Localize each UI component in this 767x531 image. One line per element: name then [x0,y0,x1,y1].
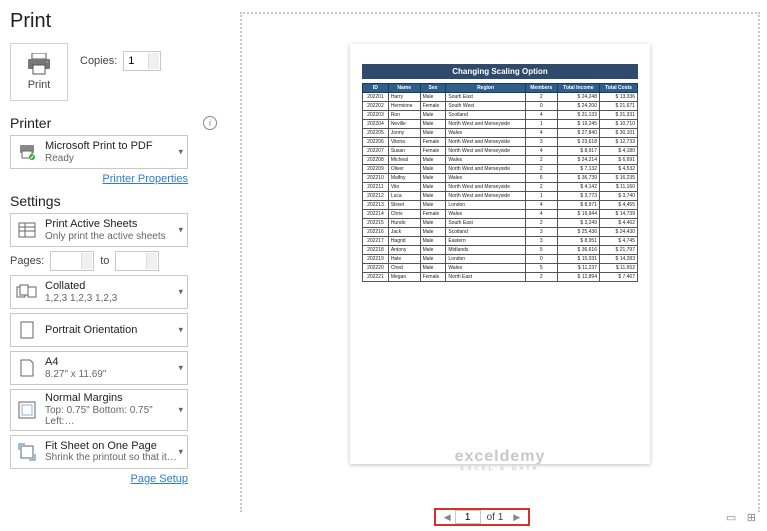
preview-table: IDNameSexRegionMembersTotal IncomeTotal … [362,83,638,282]
chevron-down-icon: ▾ [178,404,183,415]
orientation-main: Portrait Orientation [45,324,183,337]
collate-icon [15,280,39,304]
pages-to-label: to [100,255,109,267]
printer-icon [26,53,52,75]
page-setup-link[interactable]: Page Setup [10,473,188,485]
page-navigator: ◀ 1 of 1 ▶ [434,508,531,526]
printer-header: Printer [10,115,51,131]
fit-page-icon [15,440,39,464]
paper-icon [15,356,39,380]
print-what-select[interactable]: Print Active Sheets Only print the activ… [10,213,188,247]
paper-select[interactable]: A4 8.27" x 11.69" ▾ [10,351,188,385]
margins-icon [15,398,39,422]
chevron-down-icon: ▾ [178,225,183,236]
collate-select[interactable]: Collated 1,2,3 1,2,3 1,2,3 ▾ [10,275,188,309]
page-title: Print [10,10,225,33]
scaling-sub: Shrink the printout so that it… [45,452,183,464]
copies-label: Copies: [80,55,117,67]
page-number-input[interactable]: 1 [455,510,481,524]
collate-sub: 1,2,3 1,2,3 1,2,3 [45,293,183,305]
pages-from-input[interactable] [50,251,94,271]
scaling-select[interactable]: Fit Sheet on One Page Shrink the printou… [10,435,188,469]
print-button[interactable]: Print [10,43,68,101]
next-page-button[interactable]: ▶ [513,512,520,523]
watermark: exceldemy EXCEL & DATA [455,448,546,472]
portrait-icon [15,318,39,342]
chevron-down-icon: ▾ [178,363,183,374]
zoom-page-icon[interactable]: ▭ [726,512,736,524]
chevron-down-icon: ▾ [178,446,183,457]
print-preview: Changing Scaling Option IDNameSexRegionM… [240,12,760,512]
chevron-down-icon: ▾ [178,325,183,336]
margins-sub: Top: 0.75" Bottom: 0.75" Left:… [45,405,183,428]
printer-name: Microsoft Print to PDF [45,140,183,153]
page-total-label: of 1 [487,512,504,523]
paper-main: A4 [45,356,183,369]
pages-label: Pages: [10,255,44,267]
print-what-sub: Only print the active sheets [45,231,183,243]
pages-to-input[interactable] [115,251,159,271]
orientation-select[interactable]: Portrait Orientation ▾ [10,313,188,347]
printer-properties-link[interactable]: Printer Properties [10,173,188,185]
scaling-main: Fit Sheet on One Page [45,440,183,453]
copies-input[interactable]: 1 [123,51,161,71]
printer-device-icon [15,140,39,164]
margins-main: Normal Margins [45,392,183,405]
print-what-main: Print Active Sheets [45,218,183,231]
sheets-icon [15,218,39,242]
chevron-down-icon: ▾ [178,147,183,158]
printer-select[interactable]: Microsoft Print to PDF Ready ▾ [10,135,188,169]
margins-select[interactable]: Normal Margins Top: 0.75" Bottom: 0.75" … [10,389,188,431]
info-icon[interactable]: i [203,116,217,130]
chevron-down-icon: ▾ [178,287,183,298]
preview-page: Changing Scaling Option IDNameSexRegionM… [350,44,650,464]
table-title: Changing Scaling Option [362,64,638,79]
prev-page-button[interactable]: ◀ [444,512,451,523]
collate-main: Collated [45,280,183,293]
print-button-label: Print [28,79,51,91]
paper-sub: 8.27" x 11.69" [45,369,183,381]
zoom-fit-icon[interactable]: ⊞ [747,512,756,524]
printer-status: Ready [45,153,183,165]
settings-header: Settings [10,193,61,209]
